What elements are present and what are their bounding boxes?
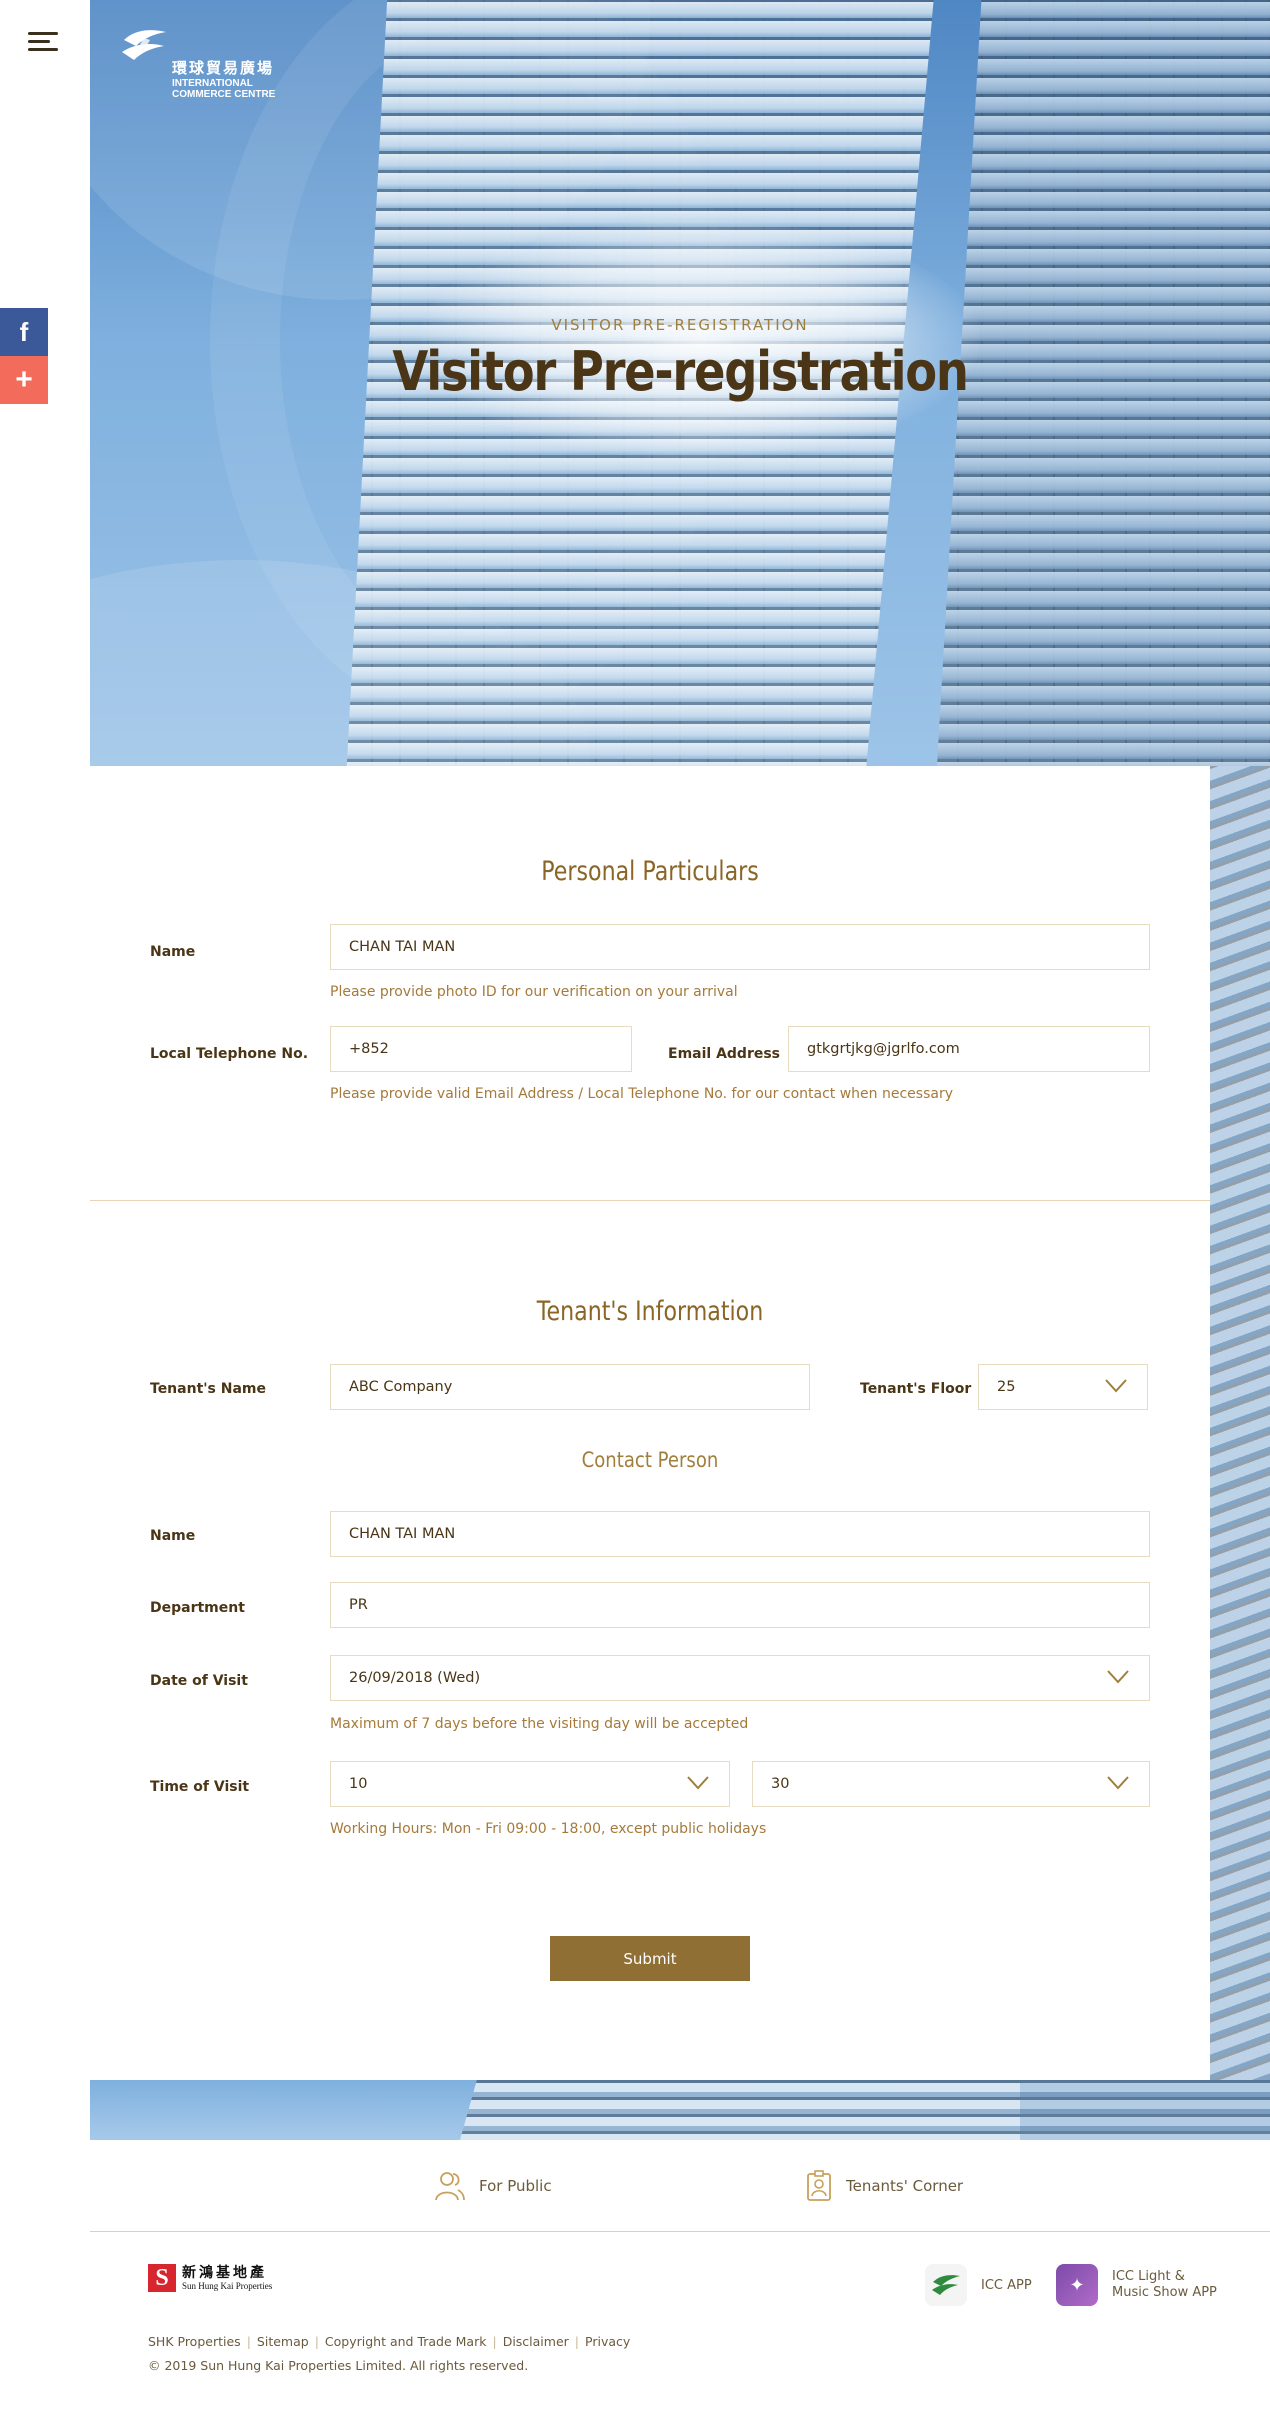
- shk-mark-icon: S: [148, 2264, 176, 2292]
- date-hint: Maximum of 7 days before the visiting da…: [330, 1716, 749, 1732]
- shk-english-name: Sun Hung Kai Properties: [182, 2280, 273, 2291]
- name-hint: Please provide photo ID for our verifica…: [330, 984, 738, 1000]
- left-rail: f +: [0, 0, 90, 2160]
- date-of-visit-label: Date of Visit: [150, 1673, 248, 1689]
- light-show-app-icon: ✦: [1056, 2264, 1098, 2306]
- chevron-down-icon: [1105, 1379, 1127, 1393]
- submit-button[interactable]: Submit: [550, 1936, 750, 1981]
- shk-chinese-name: 新鴻基地產: [182, 2264, 267, 2281]
- for-public-link[interactable]: For Public: [435, 2170, 552, 2202]
- shk-logo[interactable]: S 新鴻基地產 Sun Hung Kai Properties: [148, 2264, 272, 2292]
- time-minute-value: 30: [771, 1776, 790, 1792]
- time-minute-select[interactable]: 30: [752, 1761, 1150, 1807]
- copyright-trademark-link[interactable]: Copyright and Trade Mark: [325, 2334, 487, 2349]
- date-of-visit-select[interactable]: 26/09/2018 (Wed): [330, 1655, 1150, 1701]
- contact-person-title: Contact Person: [581, 1448, 719, 1472]
- tenant-name-label: Tenant's Name: [150, 1381, 266, 1397]
- department-input[interactable]: [349, 1583, 1131, 1627]
- icc-app-icon: [925, 2264, 967, 2306]
- section-divider: [90, 1200, 1210, 1201]
- light-show-app-label: ICC Light & Music Show APP: [1112, 2269, 1217, 2300]
- hamburger-menu-icon[interactable]: [28, 30, 60, 54]
- icc-logo[interactable]: 環球貿易廣場 INTERNATIONAL COMMERCE CENTRE: [120, 26, 300, 106]
- logo-chinese-name: 環球貿易廣場: [172, 59, 275, 77]
- tenant-floor-label: Tenant's Floor: [860, 1381, 972, 1397]
- telephone-input[interactable]: [349, 1027, 613, 1071]
- chevron-down-icon: [687, 1776, 709, 1790]
- shk-properties-link[interactable]: SHK Properties: [148, 2334, 241, 2349]
- telephone-label: Local Telephone No.: [150, 1046, 309, 1062]
- legal-links: SHK Properties | Sitemap | Copyright and…: [148, 2334, 631, 2349]
- tenant-name-input[interactable]: [349, 1365, 791, 1409]
- background-building-strip: [1210, 766, 1270, 2140]
- footer-nav: For Public Tenants' Corner: [90, 2140, 1270, 2232]
- light-show-app-link[interactable]: ✦ ICC Light & Music Show APP: [1056, 2264, 1222, 2306]
- time-hint: Working Hours: Mon - Fri 09:00 - 18:00, …: [330, 1821, 767, 1837]
- email-label: Email Address: [668, 1046, 781, 1062]
- time-of-visit-label: Time of Visit: [150, 1779, 250, 1795]
- hero-eyebrow: VISITOR PRE-REGISTRATION: [551, 316, 809, 334]
- time-hour-value: 10: [349, 1776, 368, 1792]
- time-hour-select[interactable]: 10: [330, 1761, 730, 1807]
- email-field[interactable]: [788, 1026, 1150, 1072]
- disclaimer-link[interactable]: Disclaimer: [503, 2334, 569, 2349]
- visitor-name-input[interactable]: [349, 925, 1131, 969]
- name-label: Name: [150, 944, 196, 960]
- logo-english-name: INTERNATIONAL COMMERCE CENTRE: [172, 78, 276, 100]
- chevron-down-icon: [1107, 1670, 1129, 1684]
- contact-name-field[interactable]: [330, 1511, 1150, 1557]
- for-public-label: For Public: [479, 2177, 552, 2195]
- registration-form: Personal Particulars Name Please provide…: [90, 766, 1210, 2080]
- telephone-field[interactable]: [330, 1026, 632, 1072]
- facebook-share-icon[interactable]: f: [0, 308, 48, 356]
- background-building-band: [90, 2080, 1270, 2140]
- contact-hint: Please provide valid Email Address / Loc…: [330, 1086, 953, 1102]
- tenants-corner-label: Tenants' Corner: [846, 2177, 964, 2195]
- page-title: Visitor Pre-registration: [392, 340, 969, 403]
- people-icon: [435, 2172, 465, 2201]
- icc-app-label: ICC APP: [981, 2277, 1032, 2293]
- copyright-text: © 2019 Sun Hung Kai Properties Limited. …: [148, 2358, 529, 2373]
- icc-logo-mark-icon: [122, 30, 166, 60]
- id-badge-icon: [807, 2170, 831, 2201]
- tenant-floor-value: 25: [997, 1379, 1016, 1395]
- tenants-corner-link[interactable]: Tenants' Corner: [806, 2170, 963, 2202]
- tenant-floor-select[interactable]: 25: [978, 1364, 1148, 1410]
- personal-particulars-title: Personal Particulars: [541, 856, 759, 887]
- share-plus-icon[interactable]: +: [0, 356, 48, 404]
- page: 環球貿易廣場 INTERNATIONAL COMMERCE CENTRE VIS…: [0, 0, 1270, 2416]
- icc-app-link[interactable]: ICC APP: [925, 2264, 1032, 2306]
- visitor-name-field[interactable]: [330, 924, 1150, 970]
- footer: For Public Tenants' Corner S 新鴻基地產 Sun H…: [90, 2140, 1270, 2416]
- contact-name-input[interactable]: [349, 1512, 1131, 1556]
- department-field[interactable]: [330, 1582, 1150, 1628]
- department-label: Department: [150, 1600, 245, 1616]
- tenant-information-title: Tenant's Information: [536, 1296, 764, 1327]
- date-of-visit-value: 26/09/2018 (Wed): [349, 1670, 481, 1686]
- chevron-down-icon: [1107, 1776, 1129, 1790]
- email-input[interactable]: [807, 1027, 1131, 1071]
- privacy-link[interactable]: Privacy: [585, 2334, 630, 2349]
- sitemap-link[interactable]: Sitemap: [257, 2334, 309, 2349]
- tenant-name-field[interactable]: [330, 1364, 810, 1410]
- contact-name-label: Name: [150, 1528, 196, 1544]
